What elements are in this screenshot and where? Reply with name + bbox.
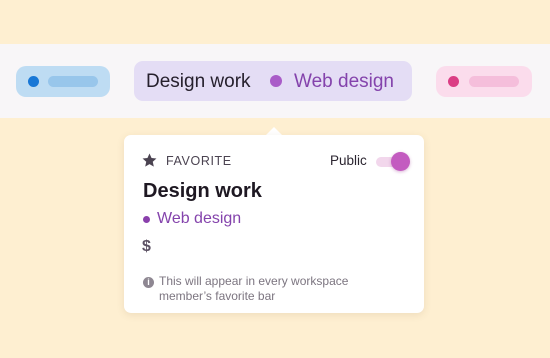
- chip-name: Design work: [146, 71, 251, 92]
- favorite-tag: Web design: [157, 210, 242, 227]
- favorite-chip-blue[interactable]: [16, 66, 110, 97]
- chip-placeholder-label: [469, 76, 519, 87]
- favorite-section-label: FAVORITE: [166, 154, 232, 168]
- favorite-title: Design work: [143, 180, 262, 202]
- toggle-knob: [391, 152, 410, 171]
- public-label: Public: [330, 153, 367, 168]
- info-icon: i: [143, 277, 154, 288]
- favorite-note: This will appear in every workspace memb…: [159, 274, 349, 303]
- chip-tag: Web design: [294, 71, 394, 92]
- star-icon: [142, 153, 157, 167]
- chip-color-dot: [28, 76, 39, 87]
- chip-color-dot: [448, 76, 459, 87]
- dollar-icon: $: [142, 238, 151, 255]
- public-toggle[interactable]: [376, 151, 412, 173]
- favorite-chip-pink[interactable]: [436, 66, 532, 97]
- favorites-bar: Design work Web design: [0, 44, 550, 118]
- chip-color-dot: [270, 75, 282, 87]
- chip-placeholder-label: [48, 76, 98, 87]
- favorite-chip-design-work[interactable]: Design work Web design: [134, 61, 412, 101]
- tag-color-dot: [143, 216, 150, 223]
- favorite-popover: FAVORITE Public Design work Web design $…: [124, 135, 424, 313]
